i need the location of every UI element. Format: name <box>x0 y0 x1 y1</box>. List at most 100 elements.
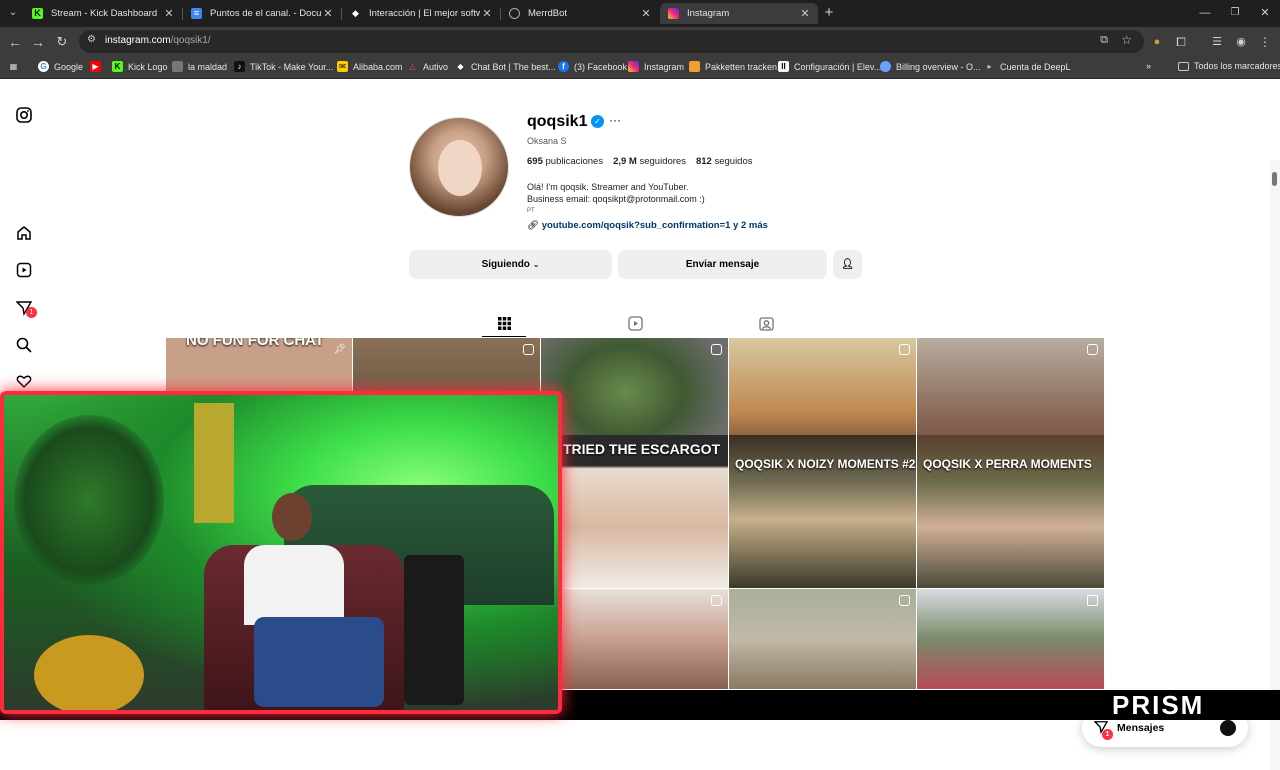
followers-count: 2,9 M <box>613 156 637 167</box>
url-host: instagram.com <box>105 35 171 46</box>
tab-title: Interacción | El mejor software p <box>369 8 480 19</box>
site-info-icon[interactable]: ⚙ <box>87 34 96 45</box>
verified-badge-icon: ✓ <box>591 115 604 128</box>
minimize-icon[interactable]: — <box>1196 4 1214 22</box>
scrollbar-thumb[interactable] <box>1272 172 1277 186</box>
address-toolbar: ← → ↻ ⚙ instagram.com/qoqsik1/ ⧉ ☆ ● ⧠ ☰… <box>0 27 1280 56</box>
post-tile[interactable] <box>541 589 728 689</box>
bookmark-google[interactable]: G Google <box>38 61 83 72</box>
post-tile[interactable] <box>917 589 1104 689</box>
apps-grid-icon[interactable]: ▦ <box>8 61 24 72</box>
reload-icon[interactable]: ↻ <box>53 33 71 51</box>
image-icon <box>172 61 183 72</box>
new-tab-icon[interactable]: + <box>820 4 838 22</box>
heart-icon[interactable] <box>14 371 34 391</box>
bookmark-configuracion[interactable]: II Configuración | Elev... <box>778 61 881 72</box>
bookmark-label: Instagram <box>644 61 685 72</box>
tab-tagged-icon[interactable] <box>757 314 775 332</box>
tab-groups-icon[interactable]: ☰ <box>1208 33 1226 51</box>
tab-reels-icon[interactable] <box>626 314 644 332</box>
bookmark-youtube[interactable]: ▶ <box>90 61 106 72</box>
more-options-icon[interactable]: ··· <box>609 113 621 127</box>
tab-interaccion[interactable]: ◆ Interacción | El mejor software p ✕ <box>342 3 500 24</box>
post-caption: QOQSIK X NOIZY MOMENTS #2 <box>735 457 916 471</box>
tab-search-icon[interactable]: ⌄ <box>4 4 22 22</box>
bookmark-star-icon[interactable]: ☆ <box>1121 33 1132 47</box>
instagram-logo-icon[interactable] <box>14 105 34 125</box>
bookmark-instagram[interactable]: Instagram <box>628 61 684 72</box>
bio-line: PT <box>527 208 535 214</box>
reel-icon <box>1087 344 1098 355</box>
profile-link[interactable]: 🔗︎ youtube.com/qoqsik?sub_confirmation=1… <box>527 220 768 231</box>
profile-avatar[interactable] <box>409 117 509 217</box>
notification-badge: 1 <box>26 307 37 318</box>
tab-posts-grid-icon[interactable] <box>495 314 513 332</box>
following-stat[interactable]: 812 seguidos <box>696 156 753 167</box>
docs-icon: ≡ <box>191 8 202 19</box>
direct-messages-icon[interactable]: 1 <box>14 298 37 318</box>
bookmark-kick-logo[interactable]: K Kick Logo <box>112 61 168 72</box>
post-tile[interactable] <box>729 589 916 689</box>
bookmarks-overflow-icon[interactable]: » <box>1146 61 1151 71</box>
send-message-button[interactable]: Enviar mensaje <box>618 250 827 279</box>
following-button[interactable]: Siguiendo ⌄ <box>409 250 612 279</box>
restore-icon[interactable]: ❐ <box>1226 4 1244 22</box>
tab-kick-dashboard[interactable]: K Stream - Kick Dashboard ✕ <box>24 3 182 24</box>
person-head <box>272 493 312 541</box>
folder-icon <box>1178 61 1189 71</box>
browser-tab-bar: ⌄ K Stream - Kick Dashboard ✕ ≡ Puntos d… <box>0 0 1280 27</box>
close-icon[interactable]: ✕ <box>321 7 335 20</box>
search-icon[interactable] <box>14 335 34 355</box>
bookmark-chat-bot[interactable]: ◆ Chat Bot | The best... <box>455 61 555 72</box>
bookmark-alibaba[interactable]: ✉ Alibaba.com <box>337 61 403 72</box>
bookmark-billing[interactable]: Billing overview - O... <box>880 61 981 72</box>
bookmark-tiktok[interactable]: ♪ TikTok - Make Your... <box>234 61 333 72</box>
reels-icon[interactable] <box>14 260 34 280</box>
post-tile[interactable]: QOQSIK X PERRA MOMENTS <box>917 435 1104 588</box>
prism-brand-text: PRISM <box>1112 690 1205 720</box>
url-bar[interactable]: ⚙ instagram.com/qoqsik1/ ⧉ ☆ <box>79 30 1144 53</box>
deepl-icon: ▸ <box>987 62 992 71</box>
profile-fullname: Oksana S <box>527 136 567 146</box>
openai-icon <box>880 61 891 72</box>
bookmark-deepl[interactable]: ▸ Cuenta de DeepL <box>984 61 1070 72</box>
bookmark-la-maldad[interactable]: la maldad <box>172 61 227 72</box>
followers-stat[interactable]: 2,9 M seguidores <box>613 156 686 167</box>
install-app-icon[interactable]: ⧉ <box>1100 34 1108 47</box>
kick-icon: K <box>112 61 123 72</box>
yellow-panel <box>194 403 234 523</box>
post-tile[interactable]: TRIED THE ESCARGOT <box>541 435 728 588</box>
forward-icon[interactable]: → <box>29 33 47 51</box>
following-button-label: Siguiendo <box>481 259 530 270</box>
diamond-icon: ◆ <box>352 8 359 18</box>
bookmark-facebook[interactable]: f (3) Facebook <box>558 61 627 72</box>
tab-instagram[interactable]: Instagram ✕ <box>660 3 818 24</box>
close-icon[interactable]: ✕ <box>480 7 494 20</box>
tab-title: Instagram <box>687 8 730 19</box>
menu-kebab-icon[interactable]: ⋮ <box>1256 33 1274 51</box>
webcam-overlay <box>0 391 562 714</box>
close-icon[interactable]: ✕ <box>162 7 176 20</box>
link-icon: 🔗︎ <box>527 220 540 231</box>
url-path: /qoqsik1/ <box>170 35 211 46</box>
profile-avatar-icon[interactable]: ◉ <box>1232 33 1250 51</box>
extensions-puzzle-icon[interactable]: ⧠ <box>1172 33 1190 51</box>
page-scrollbar[interactable] <box>1270 160 1280 770</box>
tab-merrdbot[interactable]: MerrdBot ✕ <box>501 3 659 24</box>
home-icon[interactable] <box>14 223 34 243</box>
person-jeans <box>254 617 384 707</box>
bookmark-pakketten[interactable]: Pakketten tracken <box>689 61 777 72</box>
active-tab-underline <box>482 336 526 337</box>
close-icon[interactable]: ✕ <box>639 7 653 20</box>
bookmark-label: TikTok - Make Your... <box>250 61 334 72</box>
extension-icon[interactable]: ● <box>1148 33 1166 51</box>
all-bookmarks-folder[interactable]: Todos los marcadores <box>1178 61 1280 71</box>
back-icon[interactable]: ← <box>6 33 24 51</box>
suggest-user-button[interactable]: 👤︎ <box>833 250 862 279</box>
tab-docs[interactable]: ≡ Puntos de el canal. - Documento ✕ <box>183 3 341 24</box>
bookmark-autivo[interactable]: △ Autivo <box>407 61 448 72</box>
globe-icon <box>509 8 520 19</box>
close-icon[interactable]: ✕ <box>798 7 812 20</box>
post-tile[interactable]: QOQSIK X NOIZY MOMENTS #2 <box>729 435 916 588</box>
window-close-icon[interactable]: ✕ <box>1256 4 1274 22</box>
